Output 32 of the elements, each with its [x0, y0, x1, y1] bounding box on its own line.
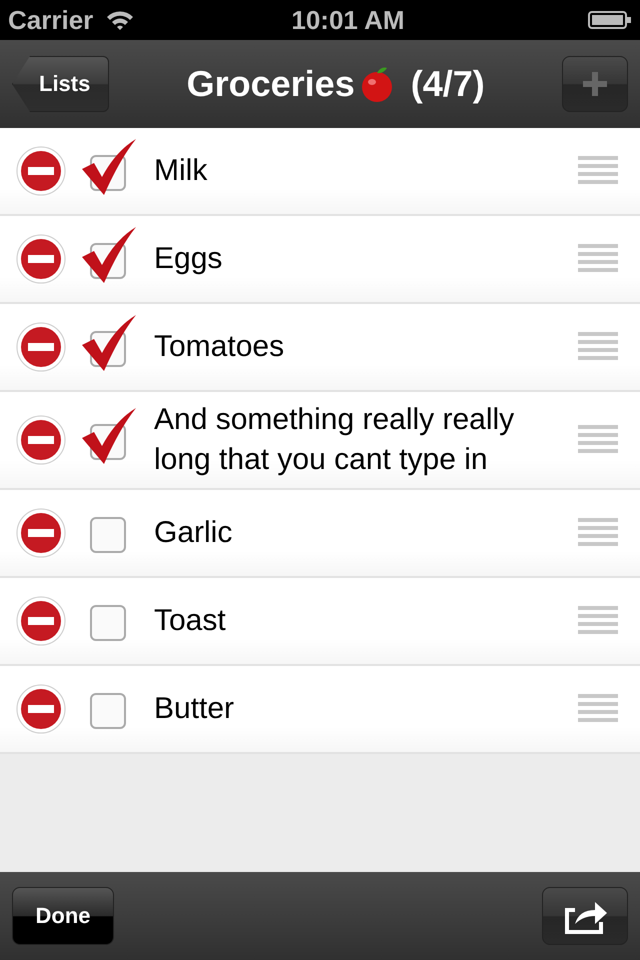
done-button[interactable]: Done [12, 887, 114, 945]
add-button[interactable] [562, 56, 628, 112]
battery-icon [588, 10, 632, 30]
back-button[interactable]: Lists [12, 56, 110, 112]
delete-icon[interactable] [16, 508, 66, 558]
drag-handle-icon[interactable] [578, 244, 618, 274]
delete-icon[interactable] [16, 234, 66, 284]
item-count: (4/7) [410, 63, 485, 105]
item-text: Toast [154, 603, 227, 639]
item-text: Tomatoes [154, 329, 286, 365]
item-text: And something really really long that you cant type in [154, 402, 516, 478]
item-text: Butter [154, 691, 236, 727]
drag-handle-icon[interactable] [578, 156, 618, 186]
drag-handle-icon[interactable] [578, 694, 618, 724]
carrier-label: Carrier [8, 4, 94, 36]
item-text: Eggs [154, 241, 224, 277]
clock-time: 10:01 AM [291, 4, 405, 36]
drag-handle-icon[interactable] [578, 518, 618, 548]
item-text: Milk [154, 153, 208, 189]
list-title: Groceries [186, 63, 355, 105]
drag-handle-icon[interactable] [578, 332, 618, 362]
wifi-icon [105, 9, 136, 31]
delete-icon[interactable] [16, 322, 66, 372]
plus-icon [581, 70, 609, 98]
delete-icon[interactable] [16, 596, 66, 646]
drag-handle-icon[interactable] [578, 425, 618, 455]
delete-icon[interactable] [16, 684, 66, 734]
delete-icon[interactable] [16, 415, 66, 465]
share-button[interactable] [542, 887, 628, 945]
item-text: Garlic [154, 515, 234, 551]
drag-handle-icon[interactable] [578, 606, 618, 636]
delete-icon[interactable] [16, 146, 66, 196]
